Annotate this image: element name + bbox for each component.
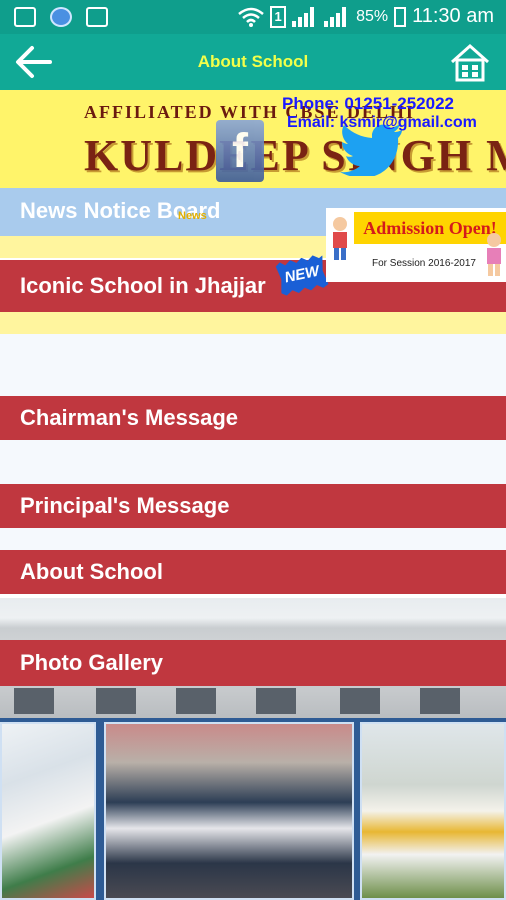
page-title: About School	[197, 52, 309, 71]
battery-charging-icon	[394, 6, 407, 27]
email-notification-icon	[14, 7, 36, 27]
blank-band	[0, 334, 506, 396]
building-window	[256, 688, 296, 714]
menu-item-about-school[interactable]: About School	[0, 550, 506, 594]
email-text: Email: ksmir@gmail.com	[287, 114, 477, 131]
signal-icon	[292, 6, 318, 27]
signal-icon-2	[324, 6, 350, 27]
battery-percent: 85%	[356, 7, 389, 25]
menu-item-label: Chairman's Message	[20, 405, 238, 430]
school-name: KULDEEP SINGH MEMORIAL	[84, 131, 506, 180]
menu-item-label: Principal's Message	[20, 493, 230, 518]
facebook-icon[interactable]: f	[216, 120, 264, 182]
menu-item-principals-message[interactable]: Principal's Message	[0, 484, 506, 528]
menu-item-label: Iconic School in Jhajjar	[20, 273, 266, 298]
yellow-strip-2	[0, 312, 506, 334]
home-icon[interactable]	[448, 40, 492, 84]
gallery-photo-3[interactable]	[360, 722, 506, 900]
app-bar: About School	[0, 34, 506, 90]
menu-item-label: Photo Gallery	[20, 650, 164, 675]
clock: 11:30 am	[412, 5, 494, 27]
sync-notification-icon	[50, 7, 72, 27]
admission-open-ad[interactable]: Admission Open! For Session 2016-2017	[326, 208, 506, 282]
menu-item-chairmans-message[interactable]: Chairman's Message	[0, 396, 506, 440]
building-window	[340, 688, 380, 714]
building-window	[420, 688, 460, 714]
wifi-icon	[238, 7, 264, 27]
menu-item-label: About School	[20, 559, 163, 584]
gallery-photo-2[interactable]	[104, 722, 354, 900]
photo-strip	[0, 718, 506, 900]
image-notification-icon	[86, 7, 108, 27]
sim-icon: 1	[270, 5, 287, 28]
kid-icon-2	[487, 233, 501, 276]
blank-band-3	[0, 528, 506, 550]
gallery-photo-1[interactable]	[0, 722, 96, 900]
kid-icon	[333, 217, 347, 260]
school-banner: AFFILIATED WITH CBSE DELHI KULDEEP SINGH…	[0, 90, 506, 188]
building-window	[14, 688, 54, 714]
status-bar: 1 85% 11:30 am	[0, 0, 506, 34]
menu-item-photo-gallery[interactable]: Photo Gallery	[0, 640, 506, 686]
admission-subtitle: For Session 2016-2017	[372, 258, 476, 269]
news-small-word: News	[178, 210, 207, 222]
building-window	[96, 688, 136, 714]
building-window	[176, 688, 216, 714]
phone-text: Phone: 01251-252022	[282, 94, 454, 113]
blank-band-2	[0, 440, 506, 484]
